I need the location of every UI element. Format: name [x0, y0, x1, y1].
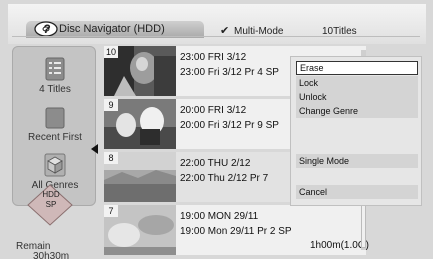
menu-item-change-genre[interactable]: Change Genre: [296, 104, 418, 118]
genre-cube-icon: [44, 153, 66, 177]
menu-item-unlock[interactable]: Unlock: [296, 90, 418, 104]
menu-item-cancel[interactable]: Cancel: [296, 185, 418, 199]
remain-value: 30h30m: [33, 251, 70, 259]
svg-text:?: ?: [43, 22, 51, 36]
title-number: 10: [104, 46, 118, 58]
sort-order-icon: [45, 107, 65, 129]
sidebar-item-label: 4 Titles: [39, 84, 71, 95]
menu-item-lock[interactable]: Lock: [296, 76, 418, 90]
left-arrow-icon: [91, 144, 98, 154]
drive-mode-label: HDD SP: [40, 190, 62, 210]
app-title: Disc Navigator (HDD): [59, 23, 165, 35]
title-row[interactable]: 7 19:00 MON 29/11 19:00 Mon 29/11 Pr 2 S…: [100, 205, 369, 255]
title-date-primary: 20:00 FRI 3/12: [180, 105, 247, 116]
menu-item-single-mode[interactable]: Single Mode: [296, 154, 418, 168]
menu-item-erase[interactable]: Erase: [296, 61, 418, 75]
mode-label: Multi-Mode: [234, 26, 284, 37]
title-options-menu: Erase Lock Unlock Change Genre Single Mo…: [290, 56, 422, 206]
header-divider: [12, 36, 420, 37]
title-date-primary: 19:00 MON 29/11: [180, 211, 259, 222]
title-date-primary: 23:00 FRI 3/12: [180, 52, 247, 63]
title-date-secondary: 20:00 Fri 3/12 Pr 9 SP: [180, 120, 279, 131]
disc-help-icon: ?: [34, 21, 58, 37]
title-count-label: 10Titles: [322, 26, 357, 37]
title-date-secondary: 22:00 Thu 2/12 Pr 7: [180, 173, 269, 184]
title-date-secondary: 19:00 Mon 29/11 Pr 2 SP: [180, 226, 292, 237]
sidebar-item-label: Recent First: [28, 132, 82, 143]
title-list-icon: [45, 57, 65, 81]
title-number: 7: [104, 205, 118, 217]
title-number: 9: [104, 99, 118, 111]
title-date-secondary: 23:00 Fri 3/12 Pr 4 SP: [180, 67, 279, 78]
title-date-primary: 22:00 THU 2/12: [180, 158, 251, 169]
title-number: 8: [104, 152, 118, 164]
sidebar-item-sort[interactable]: Recent First: [13, 107, 97, 143]
drive-name: HDD: [42, 190, 60, 199]
disc-navigator-screen: ? Disc Navigator (HDD) ✔ Multi-Mode 10Ti…: [0, 0, 433, 259]
sidebar: 4 Titles Recent First All Genres: [12, 46, 96, 206]
drive-quality: SP: [45, 200, 57, 209]
sidebar-item-titles[interactable]: 4 Titles: [13, 57, 97, 95]
checkmark-icon: ✔: [220, 25, 230, 37]
